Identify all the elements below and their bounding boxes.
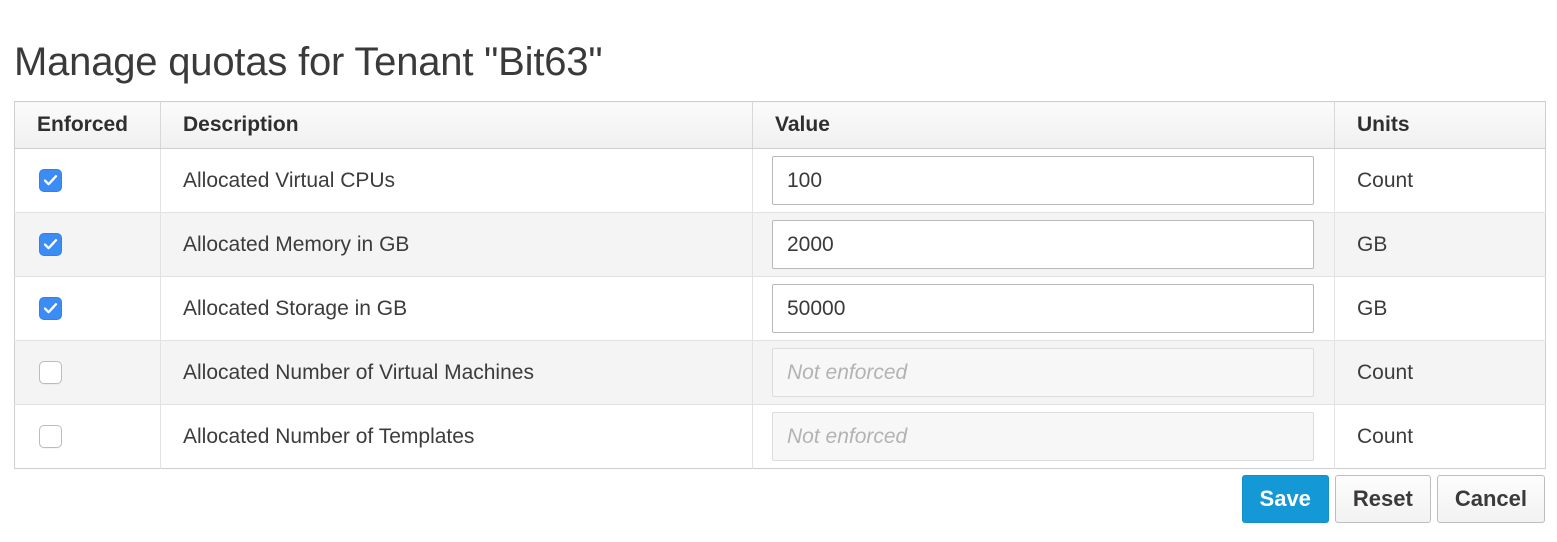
cell-value [752,404,1335,469]
cell-units: GB [1334,276,1546,341]
table-row: Allocated Storage in GB GB [14,276,1546,341]
enforced-checkbox[interactable] [39,169,62,192]
quota-table-container: Enforced Description Value Units Allocat… [14,101,1546,469]
enforced-checkbox[interactable] [39,361,62,384]
cell-units: Count [1334,148,1546,213]
column-header-enforced: Enforced [14,101,161,149]
table-header-row: Enforced Description Value Units [14,101,1546,149]
table-header: Enforced Description Value Units [14,101,1546,149]
table-row: Allocated Memory in GB GB [14,212,1546,277]
cell-description: Allocated Number of Virtual Machines [160,340,753,405]
table-row: Allocated Virtual CPUs Count [14,148,1546,213]
quota-value-input[interactable] [772,220,1314,269]
cell-value [752,148,1335,213]
cell-units: Count [1334,340,1546,405]
quota-value-input[interactable] [772,412,1314,461]
quota-management-page: Manage quotas for Tenant "Bit63" Enforce… [0,0,1557,542]
cell-units: Count [1334,404,1546,469]
quota-table: Enforced Description Value Units Allocat… [14,101,1546,469]
cell-value [752,276,1335,341]
enforced-checkbox[interactable] [39,425,62,448]
cell-enforced [14,148,161,213]
quota-value-input[interactable] [772,156,1314,205]
cell-description: Allocated Storage in GB [160,276,753,341]
enforced-checkbox[interactable] [39,233,62,256]
cell-enforced [14,404,161,469]
enforced-checkbox[interactable] [39,297,62,320]
form-action-bar: Save Reset Cancel [1241,475,1545,523]
cell-value [752,340,1335,405]
reset-button[interactable]: Reset [1334,475,1431,523]
column-header-units: Units [1334,101,1546,149]
save-button[interactable]: Save [1241,475,1329,523]
cell-description: Allocated Number of Templates [160,404,753,469]
cell-value [752,212,1335,277]
cancel-button[interactable]: Cancel [1436,475,1545,523]
column-header-description: Description [160,101,753,149]
cell-description: Allocated Memory in GB [160,212,753,277]
table-row: Allocated Number of Virtual Machines Cou… [14,340,1546,405]
cell-enforced [14,212,161,277]
cell-description: Allocated Virtual CPUs [160,148,753,213]
quota-value-input[interactable] [772,284,1314,333]
table-row: Allocated Number of Templates Count [14,404,1546,469]
cell-units: GB [1334,212,1546,277]
table-body: Allocated Virtual CPUs Count Al [14,148,1546,469]
cell-enforced [14,340,161,405]
page-title: Manage quotas for Tenant "Bit63" [14,39,603,84]
quota-value-input[interactable] [772,348,1314,397]
cell-enforced [14,276,161,341]
column-header-value: Value [752,101,1335,149]
